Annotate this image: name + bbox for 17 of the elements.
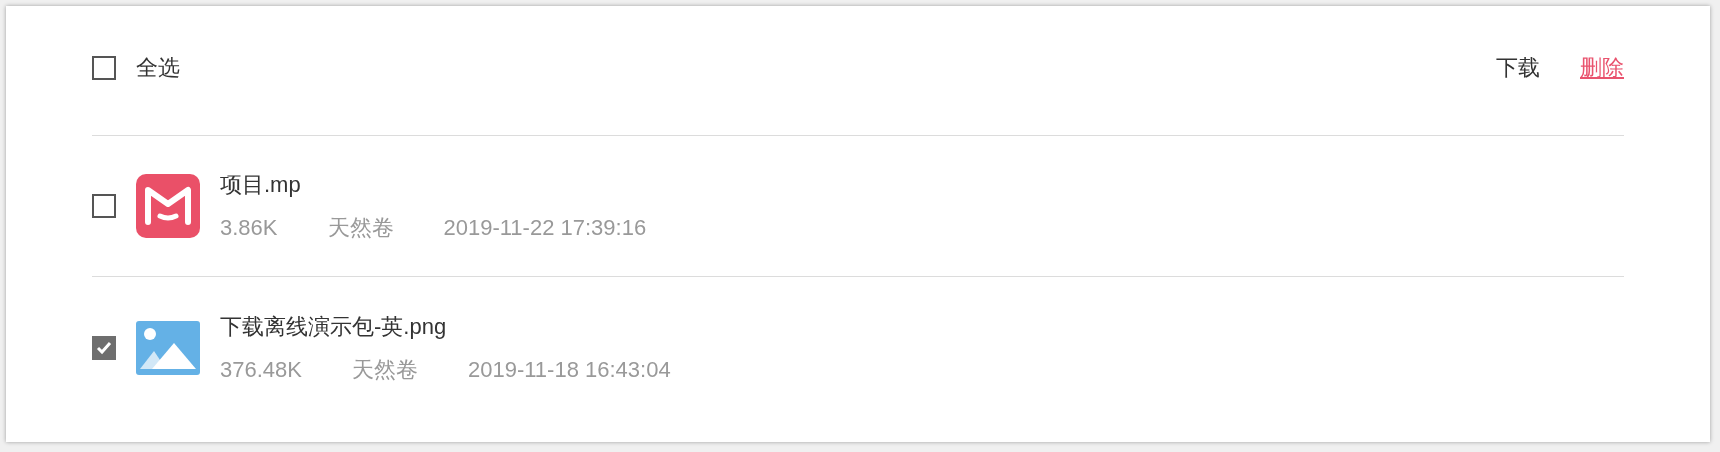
file-name[interactable]: 下载离线演示包-英.png (220, 309, 671, 343)
app-icon (136, 174, 200, 238)
file-owner: 天然卷 (327, 214, 394, 242)
image-icon (136, 320, 200, 375)
file-time: 2019-11-18 16:43:04 (467, 355, 671, 384)
download-link[interactable]: 下载 (1496, 51, 1540, 84)
check-icon (96, 340, 112, 355)
file-name[interactable]: 项目.mp (220, 168, 647, 201)
file-owner: 天然卷 (351, 355, 418, 384)
checkbox[interactable] (92, 335, 116, 360)
checkbox[interactable] (92, 194, 116, 218)
file-time: 2019-11-22 17:39:16 (443, 214, 647, 242)
file-size: 376.48K (220, 355, 302, 384)
select-all-label: 全选 (136, 54, 180, 82)
file-size: 3.86K (220, 214, 278, 242)
checkbox[interactable] (92, 55, 116, 80)
delete-link[interactable]: 删除 (1580, 51, 1624, 84)
